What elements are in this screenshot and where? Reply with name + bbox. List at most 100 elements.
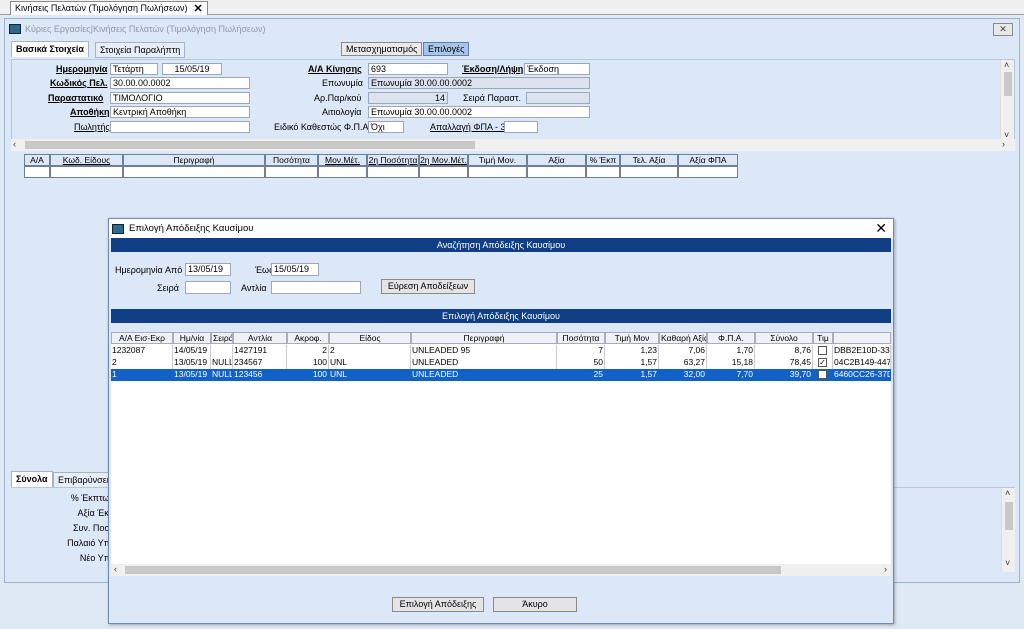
items-empty-cell[interactable] (318, 166, 367, 178)
vat-status-field[interactable]: Όχι (368, 121, 404, 133)
customer-code-field[interactable]: 30.00.00.0002 (110, 77, 250, 89)
col-header-aa[interactable]: Α/Α Εισ-Εκρ (111, 332, 173, 344)
items-header-code[interactable]: Κωδ. Είδους (50, 154, 123, 166)
items-empty-cell[interactable] (527, 166, 586, 178)
vat-exempt-field[interactable] (504, 121, 538, 133)
cancel-button[interactable]: Άκυρο (493, 597, 577, 612)
items-empty-cell[interactable] (419, 166, 468, 178)
issue-field[interactable]: Έκδοση (524, 63, 590, 75)
dialog-from-field[interactable]: 13/05/19 (185, 263, 231, 276)
cell-total: 39,70 (755, 369, 813, 381)
col-header-pump[interactable]: Αντλία (233, 332, 287, 344)
items-header-unit[interactable]: Μον.Μέτ. (318, 154, 367, 166)
items-header-second-quantity[interactable]: 2η Ποσότητα (367, 154, 419, 166)
col-header-item[interactable]: Είδος (329, 332, 411, 344)
warehouse-label[interactable]: Αποθήκη (70, 107, 110, 117)
items-empty-cell[interactable] (678, 166, 738, 178)
col-header-id[interactable] (833, 332, 891, 344)
issue-label[interactable]: Έκδοση/Λήψη (462, 64, 523, 74)
options-button[interactable]: Επιλογές (423, 42, 470, 56)
items-empty-cell[interactable] (265, 166, 318, 178)
cell-aa: 1232087 (111, 345, 173, 357)
date-field[interactable]: 15/05/19 (162, 63, 222, 75)
table-hscroll-thumb[interactable] (125, 566, 781, 574)
cell-description: UNLEADED (411, 357, 557, 369)
tab-basic[interactable]: Βασικά Στοιχεία (11, 41, 89, 57)
form-vertical-scrollbar[interactable]: ˄ ˅ (1000, 60, 1014, 144)
items-header-discount: % Έκπ (586, 154, 620, 166)
doc-no-label: Αρ.Παρ/κού (314, 93, 362, 103)
dialog-series-field[interactable] (185, 281, 231, 294)
scroll-up-icon[interactable]: ˄ (1005, 488, 1010, 498)
close-tab-icon[interactable]: ✕ (194, 3, 203, 14)
totals-vertical-scrollbar[interactable]: ˄ ˅ (1001, 488, 1015, 572)
scroll-right-icon[interactable]: › (884, 564, 887, 574)
scroll-thumb[interactable] (1004, 72, 1012, 96)
col-header-invoiced[interactable]: Τιμ (813, 332, 833, 344)
col-header-series[interactable]: Σειρά (211, 332, 233, 344)
document-field[interactable]: ΤΙΜΟΛΟΓΙΟ (110, 92, 250, 104)
invoiced-checkbox[interactable]: ✓ (818, 358, 827, 367)
col-header-total[interactable]: Σύνολο (755, 332, 813, 344)
items-empty-cell[interactable] (24, 166, 50, 178)
col-header-date[interactable]: Ημ/νία (173, 332, 211, 344)
select-section-header: Επιλογή Απόδειξης Καυσίμου (111, 309, 891, 323)
cell-invoiced (813, 369, 833, 381)
salesman-label[interactable]: Πωλητής (74, 122, 110, 132)
table-horizontal-scrollbar[interactable]: ‹ › (111, 564, 891, 576)
receipt-row[interactable]: 1232087 14/05/19 1427191 2 2 UNLEADED 95… (111, 345, 891, 357)
dialog-to-field[interactable]: 15/05/19 (271, 263, 319, 276)
warehouse-field[interactable]: Κεντρική Αποθήκη (110, 106, 250, 118)
scroll-down-icon[interactable]: ˅ (1005, 558, 1010, 568)
scroll-up-icon[interactable]: ˄ (1004, 60, 1009, 70)
items-empty-cell[interactable] (468, 166, 527, 178)
cell-vat: 7,70 (707, 369, 755, 381)
items-header-second-unit[interactable]: 2η Μον.Μέτ. (419, 154, 468, 166)
scroll-right-icon[interactable]: › (1002, 139, 1005, 149)
series-label: Σειρά Παραστ. (463, 93, 522, 103)
invoiced-checkbox[interactable] (818, 370, 827, 379)
items-empty-cell[interactable] (123, 166, 265, 178)
transform-button[interactable]: Μετασχηματισμός (341, 42, 423, 56)
movement-no-field[interactable]: 693 (368, 63, 448, 75)
dialog-series-label: Σειρά (157, 283, 179, 293)
items-empty-cell[interactable] (367, 166, 419, 178)
col-header-unit-price[interactable]: Τιμή Μον (605, 332, 659, 344)
invoiced-checkbox[interactable] (818, 346, 827, 355)
scroll-thumb[interactable] (1005, 502, 1013, 530)
scroll-left-icon[interactable]: ‹ (114, 564, 117, 574)
receipts-table-header: Α/Α Εισ-Εκρ Ημ/νία Σειρά Αντλία Ακροφ. Ε… (111, 332, 891, 344)
cell-total: 8,76 (755, 345, 813, 357)
cell-date: 13/05/19 (173, 357, 211, 369)
receipt-row-selected[interactable]: 1 13/05/19 NULL 123456 100 UNL UNLEADED … (111, 369, 891, 381)
find-receipts-button[interactable]: Εύρεση Αποδείξεων (381, 279, 475, 294)
document-tab[interactable]: Κινήσεις Πελατών (Τιμολόγηση Πωλήσεων) ✕ (10, 1, 208, 15)
col-header-vat[interactable]: Φ.Π.Α. (707, 332, 755, 344)
document-label[interactable]: Παραστατικό (48, 93, 103, 103)
fuel-receipt-dialog: Επιλογή Απόδειξης Καυσίμου ✕ Αναζήτηση Α… (108, 218, 894, 624)
movement-no-label[interactable]: Α/Α Κίνησης (308, 64, 362, 74)
form-horizontal-scrollbar[interactable]: ‹ › (11, 139, 1015, 151)
salesman-field[interactable] (110, 121, 250, 133)
items-empty-cell[interactable] (620, 166, 678, 178)
col-header-description[interactable]: Περιγραφή (411, 332, 557, 344)
select-receipt-button[interactable]: Επιλογή Απόδειξης (392, 597, 484, 612)
scroll-left-icon[interactable]: ‹ (13, 139, 16, 149)
dialog-close-icon[interactable]: ✕ (875, 220, 887, 237)
window-close-button[interactable]: ✕ (993, 23, 1013, 36)
tab-totals[interactable]: Σύνολα (11, 471, 53, 487)
items-empty-cell[interactable] (586, 166, 620, 178)
col-header-net-value[interactable]: Καθαρή Αξία (659, 332, 707, 344)
vat-exempt-label[interactable]: Απαλλαγή ΦΠΑ - 39α (430, 122, 516, 132)
items-empty-cell[interactable] (50, 166, 123, 178)
hscroll-thumb[interactable] (25, 141, 475, 149)
cell-net-value: 63,27 (659, 357, 707, 369)
col-header-nozzle[interactable]: Ακροφ. (287, 332, 329, 344)
reason-field[interactable]: Επωνυμία 30.00.00.0002 (368, 106, 590, 118)
receipt-row[interactable]: 2 13/05/19 NULL 234567 100 UNL UNLEADED … (111, 357, 891, 369)
customer-code-label[interactable]: Κωδικός Πελ. (50, 78, 108, 88)
col-header-quantity[interactable]: Ποσότητα (557, 332, 605, 344)
dialog-pump-field[interactable] (271, 281, 361, 294)
tab-recipient[interactable]: Στοιχεία Παραλήπτη (95, 42, 186, 58)
cell-quantity: 50 (557, 357, 605, 369)
